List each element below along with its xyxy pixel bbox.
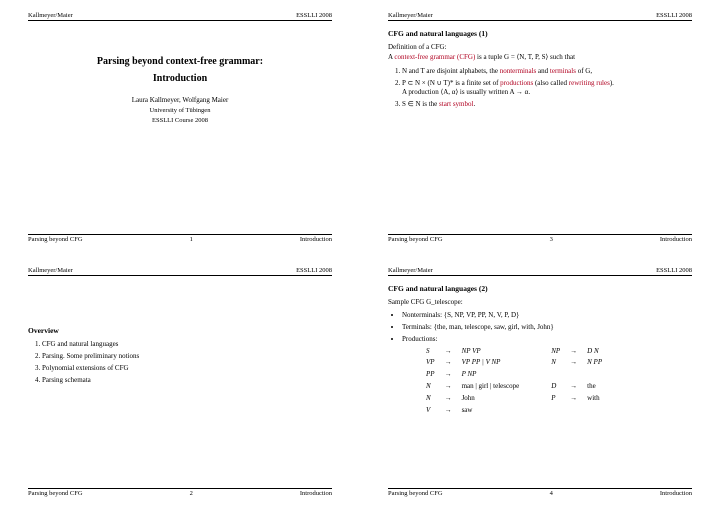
section-heading: Overview	[28, 326, 332, 335]
footer-right: Introduction	[300, 490, 332, 497]
university: University of Tübingen	[28, 107, 332, 114]
list-item: CFG and natural languages	[42, 340, 332, 349]
footer-pagenum: 3	[550, 236, 553, 243]
list-item: Productions: S→NP VPNP→D N VP→VP PP | V …	[402, 335, 692, 417]
section-heading: CFG and natural languages (2)	[388, 284, 692, 293]
header-right: ESSLLI 2008	[296, 267, 332, 274]
grammar-list: Nonterminals: {S, NP, VP, PP, N, V, P, D…	[388, 311, 692, 417]
header-right: ESSLLI 2008	[656, 12, 692, 19]
list-item: Nonterminals: {S, NP, VP, PP, N, V, P, D…	[402, 311, 692, 320]
footer-left: Parsing beyond CFG	[28, 236, 83, 243]
slide-3: Kallmeyer/Maier ESSLLI 2008 CFG and natu…	[360, 0, 720, 255]
table-row: S→NP VPNP→D N	[422, 347, 606, 357]
slide-2: Kallmeyer/Maier ESSLLI 2008 Overview CFG…	[0, 255, 360, 509]
list-item: S ∈ N is the start symbol.	[402, 100, 692, 109]
footer-left: Parsing beyond CFG	[388, 236, 443, 243]
table-row: N→JohnP→with	[422, 394, 606, 404]
list-item: P ⊂ N × (N ∪ T)* is a finite set of prod…	[402, 79, 692, 97]
list-item: N and T are disjoint alphabets, the nont…	[402, 67, 692, 76]
production-note: A production ⟨A, α⟩ is usually written A…	[402, 88, 692, 97]
header-left: Kallmeyer/Maier	[388, 267, 433, 274]
footer-right: Introduction	[660, 236, 692, 243]
header: Kallmeyer/Maier ESSLLI 2008	[28, 267, 332, 276]
slide-1: Kallmeyer/Maier ESSLLI 2008 Parsing beyo…	[0, 0, 360, 255]
header-left: Kallmeyer/Maier	[28, 12, 73, 19]
page-subtitle: Introduction	[28, 73, 332, 84]
footer-left: Parsing beyond CFG	[28, 490, 83, 497]
header-left: Kallmeyer/Maier	[388, 12, 433, 19]
definition-label: Definition of a CFG:	[388, 43, 692, 53]
footer-pagenum: 2	[190, 490, 193, 497]
table-row: VP→VP PP | V NPN→N PP	[422, 358, 606, 368]
header-left: Kallmeyer/Maier	[28, 267, 73, 274]
header: Kallmeyer/Maier ESSLLI 2008	[388, 12, 692, 21]
slide-4: Kallmeyer/Maier ESSLLI 2008 CFG and natu…	[360, 255, 720, 509]
header-right: ESSLLI 2008	[296, 12, 332, 19]
sample-label: Sample CFG G_telescope:	[388, 298, 692, 308]
header: Kallmeyer/Maier ESSLLI 2008	[388, 267, 692, 276]
cfg-link: context-free grammar (CFG)	[394, 53, 475, 61]
authors: Laura Kallmeyer, Wolfgang Maier	[28, 96, 332, 104]
footer-right: Introduction	[300, 236, 332, 243]
table-row: PP→P NP	[422, 370, 606, 380]
overview-list: CFG and natural languages Parsing. Some …	[28, 340, 332, 385]
definition-line: A context-free grammar (CFG) is a tuple …	[388, 53, 692, 63]
header-right: ESSLLI 2008	[656, 267, 692, 274]
course: ESSLLI Course 2008	[28, 117, 332, 124]
footer: Parsing beyond CFG 3 Introduction	[388, 234, 692, 243]
footer-pagenum: 4	[550, 490, 553, 497]
footer-left: Parsing beyond CFG	[388, 490, 443, 497]
footer-right: Introduction	[660, 490, 692, 497]
table-row: N→man | girl | telescopeD→the	[422, 382, 606, 392]
list-item: Terminals: {the, man, telescope, saw, gi…	[402, 323, 692, 332]
page-title: Parsing beyond context-free grammar:	[28, 56, 332, 67]
table-row: V→saw	[422, 406, 606, 416]
production-table: S→NP VPNP→D N VP→VP PP | V NPN→N PP PP→P…	[420, 345, 608, 418]
list-item: Parsing. Some preliminary notions	[42, 352, 332, 361]
footer: Parsing beyond CFG 2 Introduction	[28, 488, 332, 497]
list-item: Polynomial extensions of CFG	[42, 364, 332, 373]
footer: Parsing beyond CFG 1 Introduction	[28, 234, 332, 243]
footer-pagenum: 1	[190, 236, 193, 243]
section-heading: CFG and natural languages (1)	[388, 29, 692, 38]
footer: Parsing beyond CFG 4 Introduction	[388, 488, 692, 497]
list-item: Parsing schemata	[42, 376, 332, 385]
definition-list: N and T are disjoint alphabets, the nont…	[388, 67, 692, 109]
header: Kallmeyer/Maier ESSLLI 2008	[28, 12, 332, 21]
